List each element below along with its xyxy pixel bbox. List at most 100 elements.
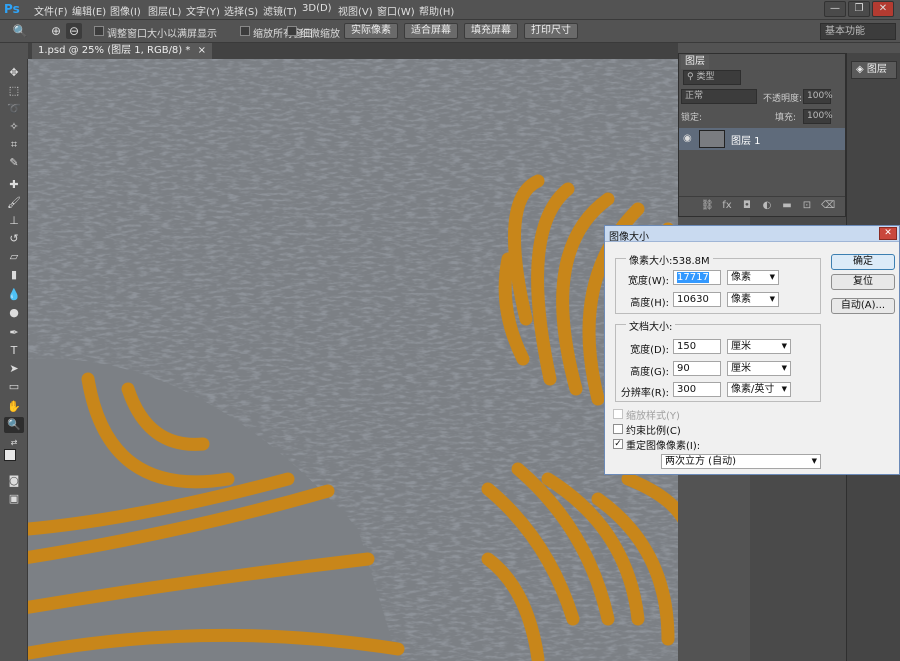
move-tool-icon[interactable]: ✥ <box>4 65 24 81</box>
dialog-title: 图像大小 <box>609 232 649 243</box>
menu-3d[interactable]: 3D(D) <box>302 3 332 14</box>
restore-button[interactable]: ❐ <box>848 1 870 17</box>
fill-screen-button[interactable]: 填充屏幕 <box>464 23 518 39</box>
document-tab[interactable]: 1.psd @ 25% (图层 1, RGB/8) * × <box>32 43 212 59</box>
fit-screen-button[interactable]: 适合屏幕 <box>404 23 458 39</box>
pen-tool-icon[interactable]: ✒ <box>4 325 24 341</box>
opacity-input[interactable]: 100% <box>803 89 833 104</box>
pixel-height-input[interactable]: 10630 <box>673 292 721 307</box>
chevron-down-icon: ▼ <box>769 295 775 303</box>
pixel-width-unit-select[interactable]: 像素 ▼ <box>727 270 779 285</box>
ok-button[interactable]: 确定 <box>831 254 895 270</box>
blur-tool-icon[interactable]: 💧 <box>4 287 24 303</box>
scale-styles-label: 缩放样式(Y) <box>626 411 680 422</box>
menu-filter[interactable]: 滤镜(T) <box>263 3 297 18</box>
fill-input[interactable]: 100% <box>803 109 833 124</box>
menu-select[interactable]: 选择(S) <box>224 3 258 18</box>
layers-panel-tab[interactable]: 图层 <box>681 55 709 69</box>
pixel-width-input[interactable]: 17717 <box>673 270 721 285</box>
eyedropper-tool-icon[interactable]: ✎ <box>4 155 24 171</box>
rectangle-tool-icon[interactable]: ▭ <box>4 379 24 395</box>
dialog-close-icon[interactable]: ✕ <box>879 227 897 240</box>
scale-styles-checkbox[interactable] <box>613 409 623 419</box>
history-brush-tool-icon[interactable]: ↺ <box>4 231 24 247</box>
brush-tool-icon[interactable]: 🖌 <box>4 195 24 211</box>
resize-windows-label: 调整窗口大小以满屏显示 <box>107 29 217 40</box>
constrain-proportions-checkbox[interactable] <box>613 424 623 434</box>
quick-mask-icon[interactable]: ◙ <box>4 473 24 489</box>
magic-wand-tool-icon[interactable]: ✧ <box>4 119 24 135</box>
layer-mask-icon[interactable]: ◘ <box>741 200 753 212</box>
pixel-width-value: 17717 <box>677 272 709 283</box>
layer-style-icon[interactable]: fx <box>721 200 733 212</box>
print-size-button[interactable]: 打印尺寸 <box>524 23 578 39</box>
menu-file[interactable]: 文件(F) <box>34 3 68 18</box>
layer-row[interactable]: ◉ 图层 1 <box>679 128 845 150</box>
new-layer-icon[interactable]: ⊡ <box>801 200 813 212</box>
dodge-tool-icon[interactable]: ● <box>4 305 24 321</box>
document-canvas[interactable] <box>28 59 678 661</box>
zoom-in-icon[interactable]: ⊕ <box>48 23 64 39</box>
zoom-tool-preset-icon[interactable]: 🔍 <box>12 23 28 39</box>
lasso-tool-icon[interactable]: ➰ <box>4 101 24 117</box>
visibility-eye-icon[interactable]: ◉ <box>683 133 692 144</box>
screen-mode-icon[interactable]: ▣ <box>4 491 24 507</box>
resize-windows-checkbox[interactable] <box>94 26 104 36</box>
marquee-tool-icon[interactable]: ⬚ <box>4 83 24 99</box>
auto-button[interactable]: 自动(A)... <box>831 298 895 314</box>
photoshop-logo: Ps <box>4 2 20 16</box>
document-tab-close-icon[interactable]: × <box>198 45 206 56</box>
minimize-button[interactable]: — <box>824 1 846 17</box>
menu-image[interactable]: 图像(I) <box>110 3 141 18</box>
resample-method-select[interactable]: 两次立方 (自动) ▼ <box>661 454 821 469</box>
layer-name[interactable]: 图层 1 <box>731 132 761 147</box>
image-size-dialog: 图像大小 ✕ 像素大小:538.8M 宽度(W): 17717 像素 ▼ 高度(H… <box>604 225 900 475</box>
menu-edit[interactable]: 编辑(E) <box>72 3 106 18</box>
doc-height-input[interactable]: 90 <box>673 361 721 376</box>
menu-help[interactable]: 帮助(H) <box>419 3 454 18</box>
hand-tool-icon[interactable]: ✋ <box>4 399 24 415</box>
zoom-all-windows-checkbox[interactable] <box>240 26 250 36</box>
blend-mode-select[interactable]: 正常 <box>681 89 757 104</box>
zoom-tool-icon[interactable]: 🔍 <box>4 417 24 433</box>
dock-layers-button[interactable]: ◈ 图层 <box>851 61 897 79</box>
doc-width-unit-select[interactable]: 厘米 ▼ <box>727 339 791 354</box>
menu-view[interactable]: 视图(V) <box>338 3 373 18</box>
menu-window[interactable]: 窗口(W) <box>377 3 415 18</box>
scrubby-zoom-checkbox[interactable] <box>287 26 297 36</box>
menu-layer[interactable]: 图层(L) <box>148 3 181 18</box>
link-layers-icon[interactable]: ⛓ <box>701 200 714 212</box>
pixel-width-unit: 像素 <box>731 272 751 283</box>
eraser-tool-icon[interactable]: ▱ <box>4 249 24 265</box>
reset-button[interactable]: 复位 <box>831 274 895 290</box>
document-tab-label: 1.psd @ 25% (图层 1, RGB/8) * <box>38 45 191 56</box>
healing-brush-tool-icon[interactable]: ✚ <box>4 177 24 193</box>
crop-tool-icon[interactable]: ⌗ <box>4 137 24 153</box>
zoom-out-icon[interactable]: ⊖ <box>66 23 82 39</box>
resolution-input[interactable]: 300 <box>673 382 721 397</box>
menu-type[interactable]: 文字(Y) <box>186 3 220 18</box>
dialog-titlebar[interactable]: 图像大小 ✕ <box>605 226 899 243</box>
workspace-select[interactable]: 基本功能 <box>820 23 896 40</box>
path-selection-tool-icon[interactable]: ➤ <box>4 361 24 377</box>
close-button[interactable]: ✕ <box>872 1 894 17</box>
layer-kind-filter-select[interactable]: ⚲ 类型 <box>683 70 741 85</box>
doc-width-input[interactable]: 150 <box>673 339 721 354</box>
layers-panel-footer: ⛓ fx ◘ ◐ ▬ ⊡ ⌫ <box>679 196 845 216</box>
delete-layer-icon[interactable]: ⌫ <box>821 200 835 212</box>
pixel-width-label: 宽度(W): <box>627 276 669 287</box>
gradient-tool-icon[interactable]: ▮ <box>4 267 24 283</box>
doc-height-unit-select[interactable]: 厘米 ▼ <box>727 361 791 376</box>
resample-checkbox[interactable]: ✓ <box>613 439 623 449</box>
dock-layers-label: 图层 <box>866 64 887 75</box>
type-tool-icon[interactable]: T <box>4 343 24 359</box>
clone-stamp-tool-icon[interactable]: ⊥ <box>4 213 24 229</box>
pixel-height-unit-select[interactable]: 像素 ▼ <box>727 292 779 307</box>
resolution-unit-select[interactable]: 像素/英寸 ▼ <box>727 382 791 397</box>
adjustment-layer-icon[interactable]: ◐ <box>761 200 773 212</box>
foreground-color-swatch[interactable] <box>4 449 16 461</box>
new-group-icon[interactable]: ▬ <box>781 200 793 212</box>
resample-label: 重定图像像素(I): <box>626 441 701 452</box>
actual-pixels-button[interactable]: 实际像素 <box>344 23 398 39</box>
resample-method: 两次立方 (自动) <box>665 456 736 467</box>
